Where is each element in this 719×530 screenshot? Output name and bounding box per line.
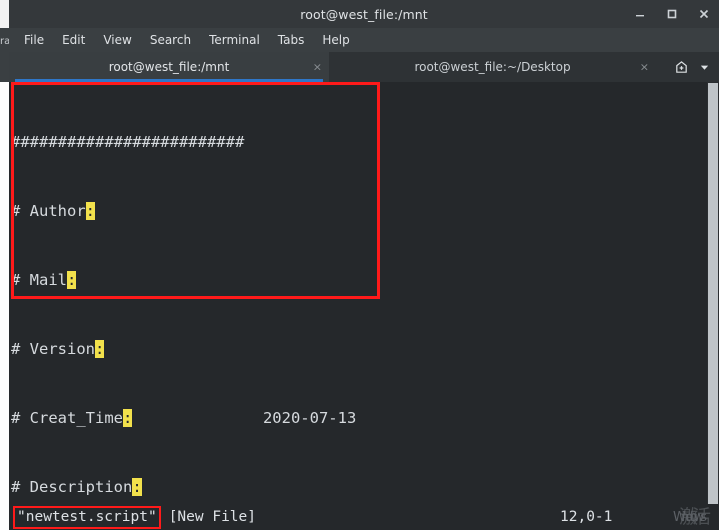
highlight-colon: :	[132, 478, 142, 496]
cursor-position: 12,0-1	[560, 509, 613, 525]
buffer-line: # Author:	[11, 200, 719, 223]
menu-edit[interactable]: Edit	[54, 31, 93, 49]
tab-bar-actions	[674, 52, 719, 82]
terminal-window: root@west_file:/mnt File Edit View Searc…	[9, 0, 719, 530]
line-text: # Version	[11, 340, 95, 358]
buffer-line: # Version:	[11, 338, 719, 361]
menu-file[interactable]: File	[16, 31, 52, 49]
menu-search[interactable]: Search	[142, 31, 199, 49]
status-bar: "newtest.script" [New File] 12,0-1 激活 Wi…	[9, 504, 719, 530]
scrollbar-thumb[interactable]	[708, 83, 718, 504]
scrollbar[interactable]	[707, 82, 719, 504]
tab-desktop-label: root@west_file:~/Desktop	[414, 60, 571, 74]
new-tab-icon[interactable]	[674, 60, 689, 75]
window-title: root@west_file:/mnt	[300, 6, 428, 22]
tab-mnt[interactable]: root@west_file:/mnt ×	[9, 52, 329, 82]
tab-mnt-label: root@west_file:/mnt	[108, 60, 230, 74]
menu-help[interactable]: Help	[314, 31, 357, 49]
window-controls	[631, 0, 713, 28]
menu-terminal[interactable]: Terminal	[201, 31, 268, 49]
status-file-state: [New File]	[168, 509, 256, 525]
menu-view[interactable]: View	[95, 31, 139, 49]
close-icon[interactable]	[695, 5, 713, 23]
creat-time-value: 2020-07-13	[132, 409, 357, 427]
line-text: # Creat_Time	[11, 409, 123, 427]
menu-tabs[interactable]: Tabs	[270, 31, 313, 49]
line-text: # Author	[11, 202, 86, 220]
terminal-body[interactable]: ######################### # Author: # Ma…	[9, 82, 719, 504]
highlight-colon: :	[67, 271, 77, 289]
line-text: # Description	[11, 478, 133, 496]
buffer-line: # Mail:	[11, 269, 719, 292]
buffer-line: # Creat_Time: 2020-07-13	[11, 407, 719, 430]
line-text: # Mail	[11, 271, 67, 289]
highlight-colon: :	[85, 202, 95, 220]
maximize-icon[interactable]	[663, 5, 681, 23]
screen: ra root@west_file:/mnt File Edit View Se…	[0, 0, 719, 530]
vim-buffer[interactable]: ######################### # Author: # Ma…	[9, 82, 719, 504]
activation-watermark-sub: Windows	[672, 510, 707, 525]
chevron-down-icon[interactable]	[699, 62, 710, 73]
title-bar: root@west_file:/mnt	[9, 0, 719, 28]
minimize-icon[interactable]	[631, 5, 649, 23]
tab-bar: root@west_file:/mnt × root@west_file:~/D…	[9, 52, 719, 82]
menu-bar: File Edit View Search Terminal Tabs Help	[9, 28, 719, 52]
tab-mnt-close-icon[interactable]: ×	[313, 62, 322, 73]
status-filename: "newtest.script"	[13, 505, 161, 529]
tab-desktop[interactable]: root@west_file:~/Desktop ×	[329, 52, 656, 82]
highlight-colon: :	[122, 409, 133, 427]
buffer-line: # Description:	[11, 476, 719, 499]
highlight-colon: :	[95, 340, 105, 358]
tab-desktop-close-icon[interactable]: ×	[640, 62, 649, 73]
buffer-line: #########################	[11, 133, 245, 151]
